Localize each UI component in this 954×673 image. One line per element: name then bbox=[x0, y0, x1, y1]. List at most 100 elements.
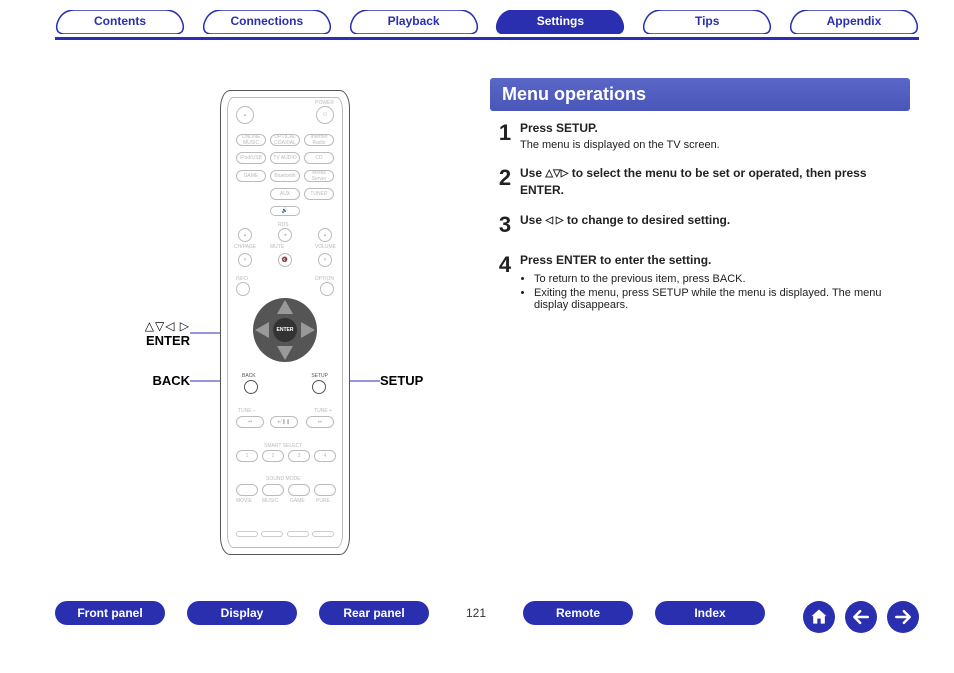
tab-appendix[interactable]: Appendix bbox=[789, 10, 919, 34]
prev-page-button[interactable] bbox=[845, 601, 877, 633]
remote-btn: ▸/❚❚ bbox=[270, 416, 298, 428]
remote-btn: ▴ bbox=[236, 106, 254, 124]
remote-btn bbox=[236, 531, 258, 537]
remote-btn: ▾ bbox=[238, 253, 252, 267]
remote-btn-back bbox=[244, 380, 258, 394]
remote-btn bbox=[287, 531, 309, 537]
tab-tips[interactable]: Tips bbox=[642, 10, 772, 34]
remote-btn: ◂ bbox=[278, 228, 292, 242]
remote-label: TUNE – bbox=[238, 408, 256, 414]
section-title: Menu operations bbox=[490, 78, 910, 111]
rear-panel-button[interactable]: Rear panel bbox=[319, 601, 429, 625]
step-2: 2 Use △▽▷ to select the menu to be set o… bbox=[490, 165, 910, 199]
remote-label: CH/PAGE bbox=[234, 244, 256, 250]
step-1: 1 Press SETUP. The menu is displayed on … bbox=[490, 120, 910, 151]
remote-btn bbox=[320, 282, 334, 296]
remote-btn bbox=[262, 484, 284, 496]
top-nav: Contents Connections Playback Settings T… bbox=[55, 10, 919, 40]
step-title: Use △▽▷ to select the menu to be set or … bbox=[520, 165, 910, 199]
remote-label: VOLUME bbox=[315, 244, 336, 250]
remote-label: GAME bbox=[290, 498, 305, 504]
remote-body: POWER ▴ ⏻ ONLINE MUSIC OPTICAL COAXIAL I… bbox=[220, 90, 350, 555]
tab-label: Connections bbox=[230, 14, 303, 28]
remote-label: BACK bbox=[242, 373, 256, 379]
bottom-bar: Front panel Display Rear panel 121 Remot… bbox=[55, 601, 919, 625]
remote-btn: 1 bbox=[236, 450, 258, 462]
tab-label: Settings bbox=[537, 14, 584, 28]
remote-btn: ▴ bbox=[318, 228, 332, 242]
remote-btn: OPTICAL COAXIAL bbox=[270, 134, 300, 146]
remote-btn: iPod/USB bbox=[236, 152, 266, 164]
remote-btn bbox=[236, 484, 258, 496]
remote-label: SETUP bbox=[311, 373, 328, 379]
next-page-button[interactable] bbox=[887, 601, 919, 633]
step-4: 4 Press ENTER to enter the setting. To r… bbox=[490, 252, 910, 313]
remote-btn: 2 bbox=[262, 450, 284, 462]
remote-btn-setup bbox=[312, 380, 326, 394]
home-icon bbox=[809, 607, 829, 627]
step-bullets: To return to the previous item, press BA… bbox=[534, 273, 910, 311]
tab-label: Tips bbox=[695, 14, 719, 28]
remote-btn: TUNER bbox=[304, 188, 334, 200]
step-3: 3 Use ◁ ▷ to change to desired setting. bbox=[490, 212, 910, 238]
steps-list: 1 Press SETUP. The menu is displayed on … bbox=[490, 120, 910, 327]
remote-btn: 3 bbox=[288, 450, 310, 462]
step-subtext: The menu is displayed on the TV screen. bbox=[520, 139, 910, 151]
remote-label: TUNE + bbox=[314, 408, 332, 414]
page-number: 121 bbox=[451, 606, 501, 620]
remote-btn: ▾ bbox=[318, 253, 332, 267]
remote-btn bbox=[288, 484, 310, 496]
remote-label: PURE bbox=[316, 498, 330, 504]
tab-label: Playback bbox=[388, 14, 440, 28]
step-title: Press SETUP. bbox=[520, 120, 910, 137]
remote-btn: ONLINE MUSIC bbox=[236, 134, 266, 146]
remote-btn bbox=[312, 531, 334, 537]
remote-label: SMART SELECT bbox=[264, 443, 302, 449]
tab-contents[interactable]: Contents bbox=[55, 10, 185, 34]
arrow-left-icon bbox=[851, 607, 871, 627]
remote-btn bbox=[314, 484, 336, 496]
step-number: 1 bbox=[490, 120, 520, 151]
remote-label: OPTION bbox=[315, 276, 334, 282]
remote-btn: 🔇 bbox=[278, 253, 292, 267]
remote-btn: Media Server bbox=[304, 170, 334, 182]
bullet-item: To return to the previous item, press BA… bbox=[534, 273, 910, 285]
step-title: Press ENTER to enter the setting. bbox=[520, 252, 910, 269]
remote-btn: 4 bbox=[314, 450, 336, 462]
step-title: Use ◁ ▷ to change to desired setting. bbox=[520, 212, 910, 229]
remote-btn-speaker: 🔊 bbox=[270, 206, 300, 216]
step-number: 2 bbox=[490, 165, 520, 199]
remote-label: SOUND MODE bbox=[266, 476, 300, 482]
index-button[interactable]: Index bbox=[655, 601, 765, 625]
front-panel-button[interactable]: Front panel bbox=[55, 601, 165, 625]
remote-btn: ⏭ bbox=[306, 416, 334, 428]
remote-btn-enter: ENTER bbox=[273, 318, 297, 342]
callout-back: BACK bbox=[100, 373, 190, 388]
remote-button[interactable]: Remote bbox=[523, 601, 633, 625]
remote-dpad: ENTER bbox=[253, 298, 317, 362]
remote-label: MUTE bbox=[270, 244, 284, 250]
callout-arrows: △▽◁ ▷ ENTER bbox=[100, 318, 190, 348]
callout-setup: SETUP bbox=[380, 373, 423, 388]
remote-illustration: △▽◁ ▷ ENTER BACK SETUP POWER ▴ ⏻ ONLINE … bbox=[100, 80, 460, 560]
remote-btn bbox=[261, 531, 283, 537]
remote-btn: CD bbox=[304, 152, 334, 164]
remote-label: MOVIE bbox=[236, 498, 252, 504]
display-button[interactable]: Display bbox=[187, 601, 297, 625]
tab-connections[interactable]: Connections bbox=[202, 10, 332, 34]
remote-btn: AUX bbox=[270, 188, 300, 200]
remote-btn: Internet Radio bbox=[304, 134, 334, 146]
step-number: 4 bbox=[490, 252, 520, 313]
nav-icons bbox=[803, 601, 919, 633]
remote-btn: Bluetooth bbox=[270, 170, 300, 182]
remote-btn: TV AUDIO bbox=[270, 152, 300, 164]
remote-btn bbox=[236, 282, 250, 296]
step-number: 3 bbox=[490, 212, 520, 238]
tab-label: Appendix bbox=[827, 14, 882, 28]
home-button[interactable] bbox=[803, 601, 835, 633]
remote-btn-power: ⏻ bbox=[316, 106, 334, 124]
tab-settings[interactable]: Settings bbox=[495, 10, 625, 34]
tab-playback[interactable]: Playback bbox=[349, 10, 479, 34]
remote-btn: GAME bbox=[236, 170, 266, 182]
arrow-right-icon bbox=[893, 607, 913, 627]
